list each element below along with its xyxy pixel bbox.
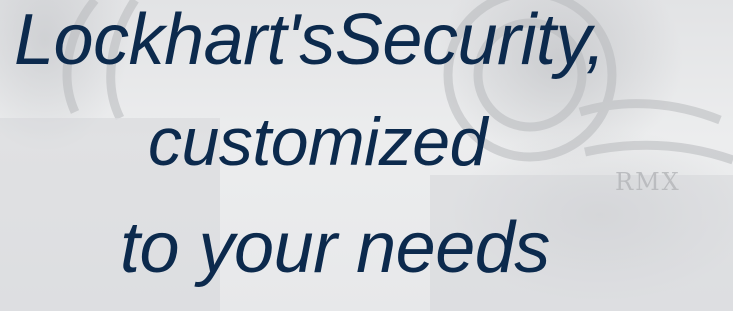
headline-line-1: Lockhart'sSecurity, bbox=[14, 0, 606, 80]
headline-line-2: customized bbox=[148, 104, 487, 180]
hero-headline: Lockhart'sSecurity, customized to your n… bbox=[0, 0, 733, 311]
hero-banner: RMX Lockhart'sSecurity, customized to yo… bbox=[0, 0, 733, 311]
headline-line-3: to your needs bbox=[120, 208, 550, 288]
